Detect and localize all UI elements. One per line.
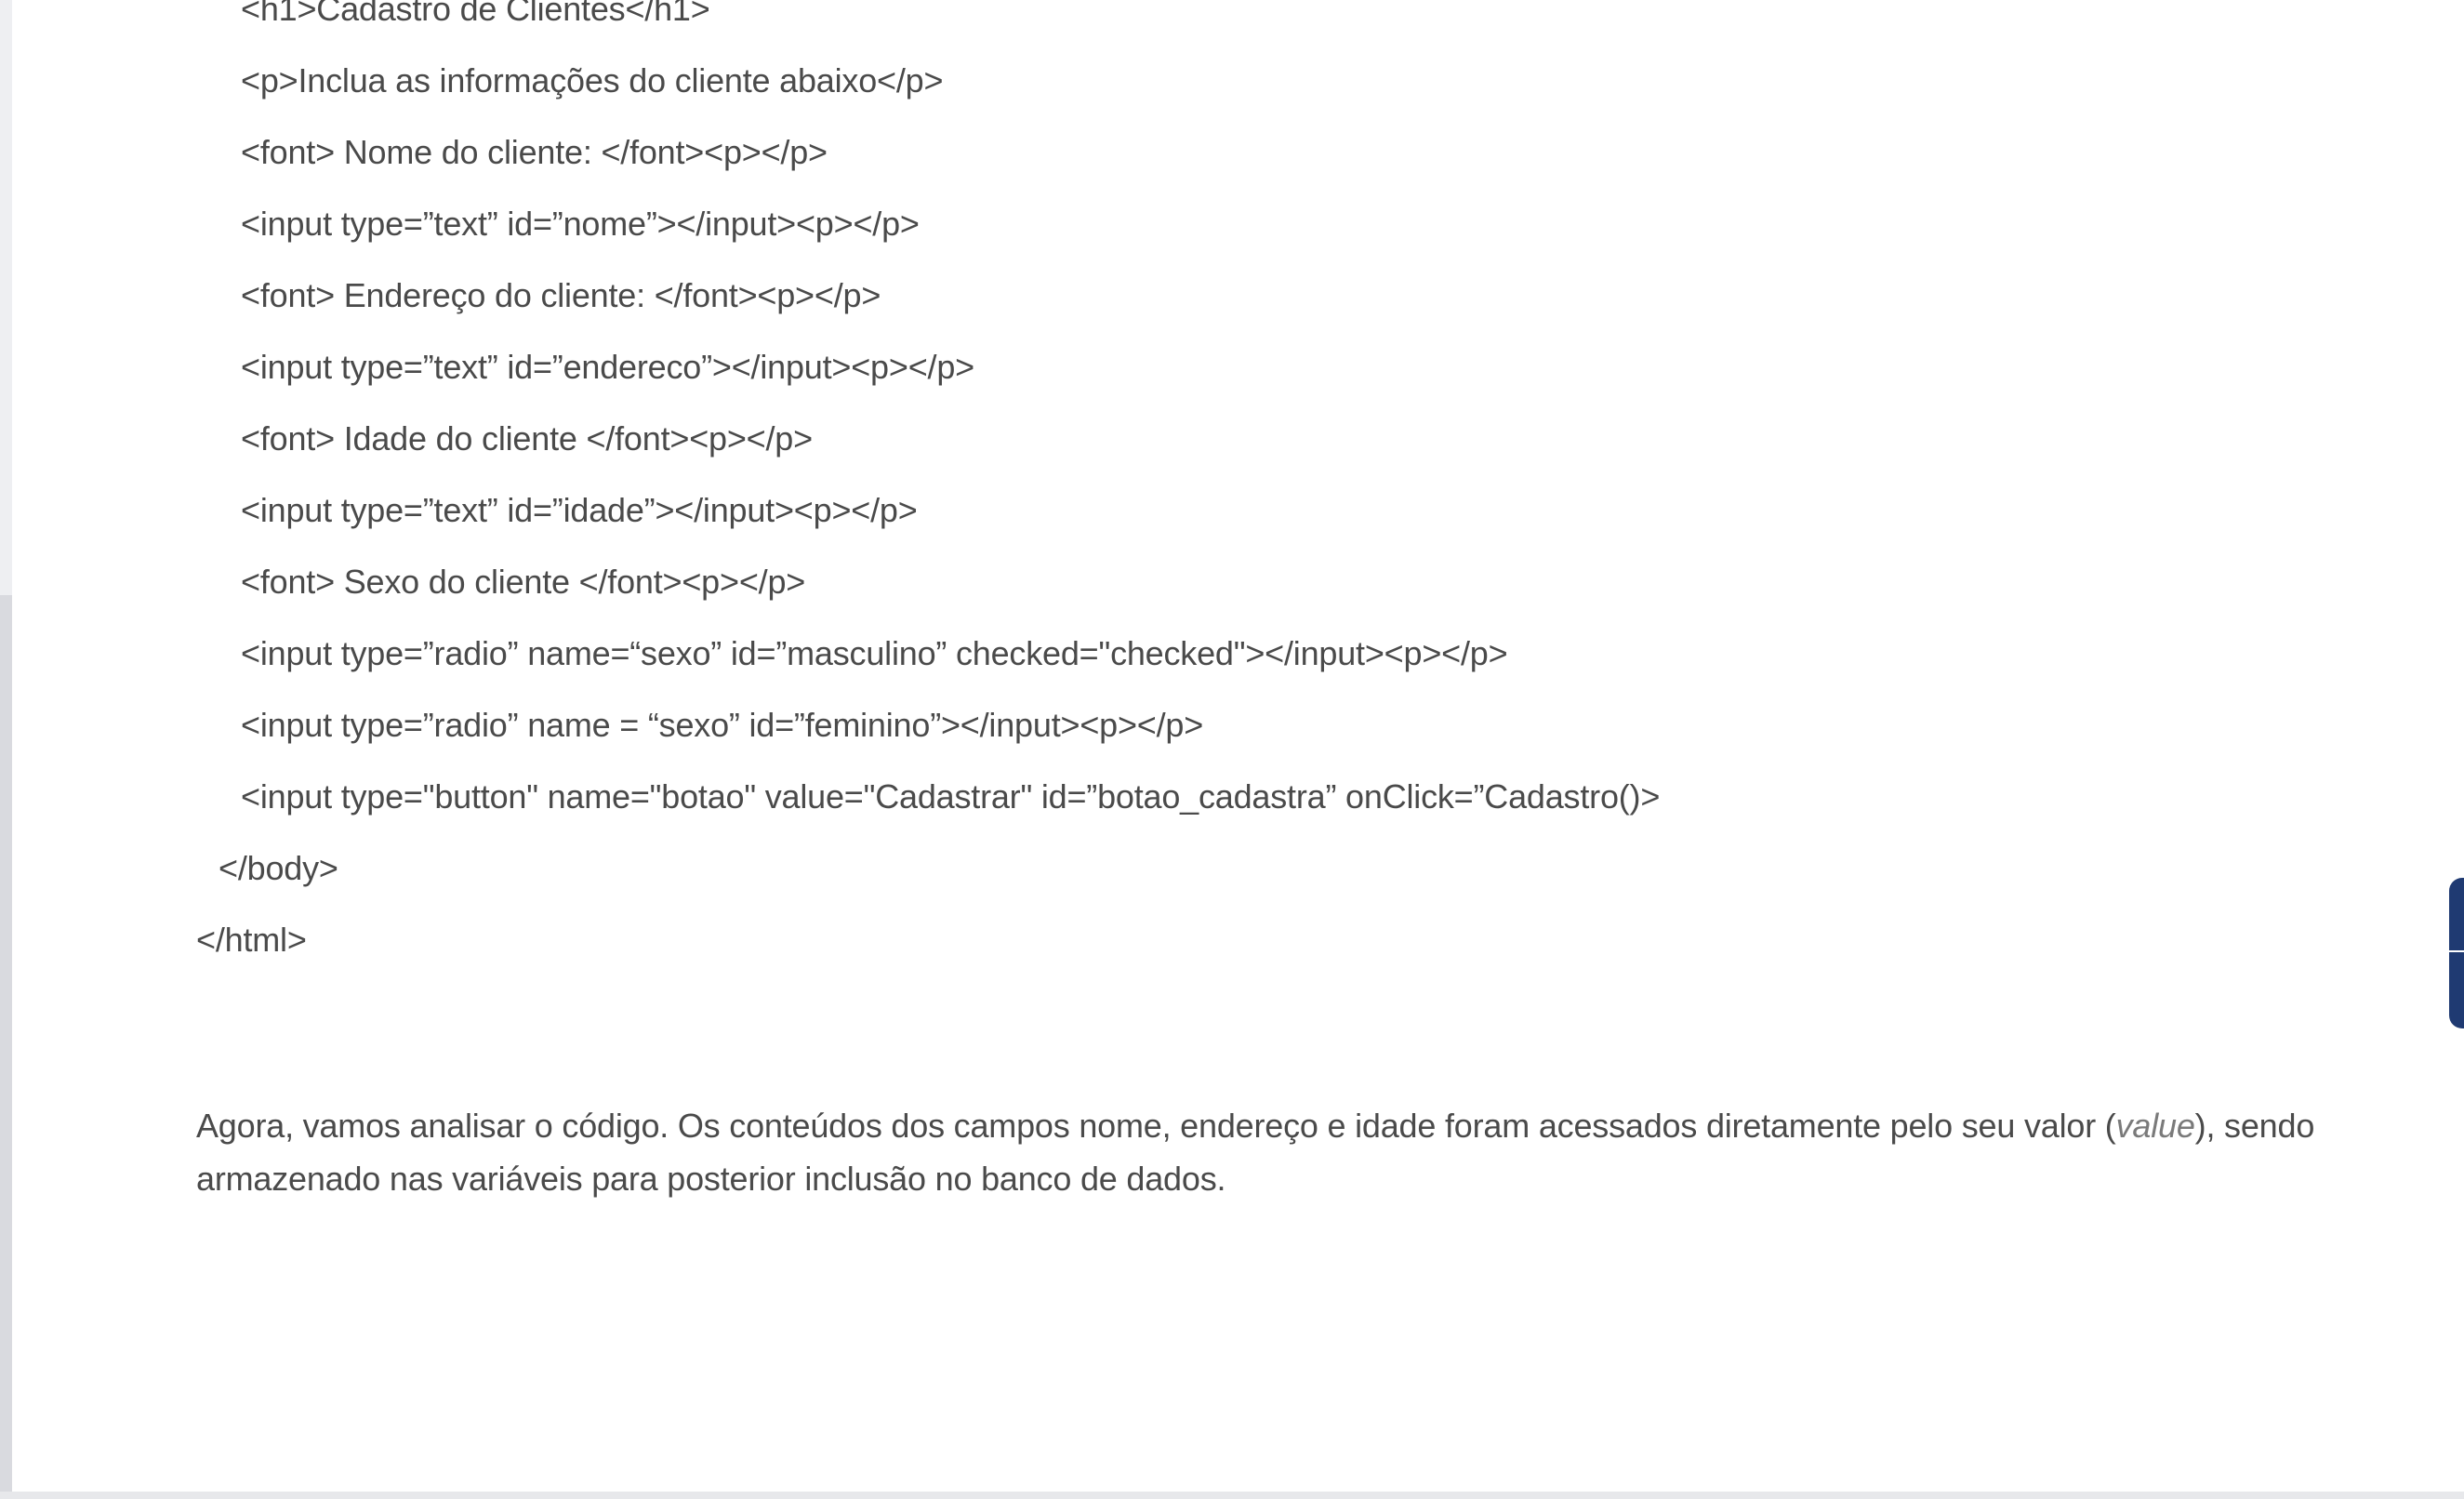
paragraph-italic-term: value [2115,1107,2195,1145]
scrollbar-thumb[interactable] [0,595,12,1499]
code-line: <input type=”text” id=”nome”></input><p>… [241,205,920,243]
bottom-divider [0,1492,2464,1499]
code-line: <input type=”text” id=”endereco”></input… [241,348,974,386]
code-line: <p>Inclua as informações do cliente abai… [241,61,944,99]
code-line: <font> Idade do cliente </font><p></p> [241,419,813,458]
code-line: </body> [219,849,338,887]
code-line: <input type=”radio” name = “sexo” id=”fe… [241,706,1204,744]
code-line: <h1>Cadastro de Clientes</h1> [241,0,710,28]
code-line: <input type=”text” id=”idade”></input><p… [241,491,918,529]
vertical-scrollbar[interactable] [0,0,12,1499]
page: <h1>Cadastro de Clientes</h1> <p>Inclua … [0,0,2464,1499]
side-tab-divider [2449,950,2464,952]
code-line: <input type=”radio” name=“sexo” id=”masc… [241,634,1508,672]
explanation-paragraph: Agora, vamos analisar o código. Os conte… [196,1099,2316,1205]
code-line: <font> Sexo do cliente </font><p></p> [241,563,806,601]
side-feedback-tab[interactable] [2449,878,2464,1028]
code-line: </html> [196,921,307,959]
code-line: <font> Nome do cliente: </font><p></p> [241,133,828,171]
code-line: <input type="button" name="botao" value=… [241,777,1661,816]
paragraph-text-start: Agora, vamos analisar o código. Os conte… [196,1107,2116,1145]
code-line: <font> Endereço do cliente: </font><p></… [241,276,881,314]
